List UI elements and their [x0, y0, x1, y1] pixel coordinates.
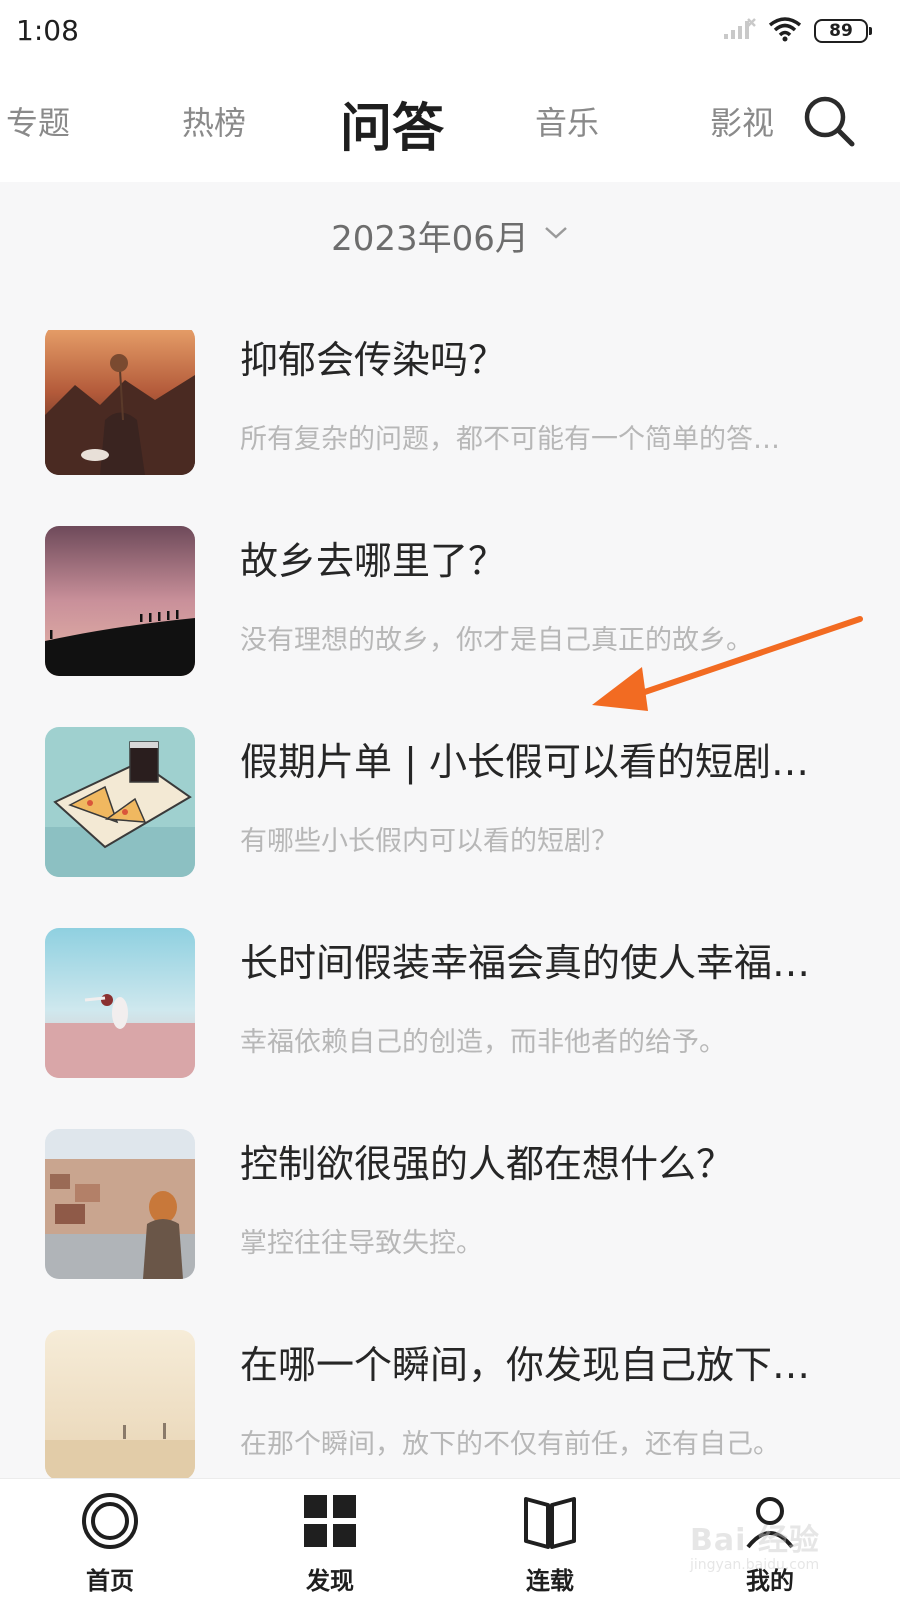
item-subtitle: 有哪些小长假内可以看的短剧？ [240, 826, 618, 857]
app-screen: 1:08 89 专题 热榜 问答 音乐 影视 2023年06月 抑郁会传染吗？ … [0, 0, 900, 1600]
tab-rebang[interactable]: 热榜 [182, 98, 246, 144]
bottom-nav-label: 连载 [526, 1567, 574, 1595]
item-title: 抑郁会传染吗？ [240, 338, 507, 382]
item-title: 假期片单 | 小长假可以看的短剧… [240, 740, 809, 784]
status-bar: 1:08 89 [0, 0, 900, 62]
bottom-nav-home[interactable]: 首页 [50, 1491, 170, 1595]
book-icon [490, 1491, 610, 1555]
bottom-nav-discover[interactable]: 发现 [270, 1491, 390, 1595]
month-selector[interactable]: 2023年06月 [0, 205, 900, 265]
item-subtitle: 掌控往往导致失控。 [240, 1228, 483, 1259]
tab-yinyue[interactable]: 音乐 [535, 98, 599, 144]
qa-list: 抑郁会传染吗？ 所有复杂的问题，都不可能有一个简单的答… 故乡去哪里了？ 没有理… [0, 330, 900, 1478]
tab-wenda[interactable]: 问答 [340, 86, 444, 161]
search-icon[interactable] [800, 92, 860, 152]
list-item[interactable]: 在哪一个瞬间，你发现自己放下… 在那个瞬间，放下的不仅有前任，还有自己。 [0, 1330, 900, 1478]
bottom-nav-label: 首页 [86, 1567, 134, 1595]
bottom-nav-label: 发现 [306, 1567, 354, 1595]
tab-zhuanti[interactable]: 专题 [6, 98, 70, 144]
item-thumbnail [45, 1129, 195, 1279]
list-item[interactable]: 假期片单 | 小长假可以看的短剧… 有哪些小长假内可以看的短剧？ [0, 727, 900, 927]
item-title: 控制欲很强的人都在想什么？ [240, 1142, 735, 1186]
baidu-watermark: Bai 经验 jingyan.baidu.com [690, 1515, 850, 1585]
wifi-icon [768, 16, 802, 46]
item-title: 故乡去哪里了？ [240, 539, 507, 583]
item-title: 长时间假装幸福会真的使人幸福… [240, 941, 811, 985]
list-item[interactable]: 控制欲很强的人都在想什么？ 掌控往往导致失控。 [0, 1129, 900, 1329]
status-icons: 89 [722, 16, 872, 46]
annotation-arrow-icon [592, 616, 863, 711]
top-tab-bar: 专题 热榜 问答 音乐 影视 [0, 62, 900, 182]
watermark-text: Bai 经验 [690, 1523, 820, 1558]
item-subtitle: 幸福依赖自己的创造，而非他者的给予。 [240, 1027, 726, 1058]
bottom-nav-serial[interactable]: 连载 [490, 1491, 610, 1595]
item-thumbnail [45, 727, 195, 877]
chevron-down-icon [543, 224, 569, 246]
item-title: 在哪一个瞬间，你发现自己放下… [240, 1343, 811, 1387]
status-time: 1:08 [16, 14, 79, 47]
battery-indicator: 89 [814, 19, 872, 43]
watermark-sub: jingyan.baidu.com [690, 1557, 820, 1573]
discover-grid-icon [270, 1491, 390, 1555]
home-circle-icon [50, 1491, 170, 1555]
item-subtitle: 在那个瞬间，放下的不仅有前任，还有自己。 [240, 1429, 780, 1460]
item-thumbnail [45, 928, 195, 1078]
list-item[interactable]: 抑郁会传染吗？ 所有复杂的问题，都不可能有一个简单的答… [0, 330, 900, 525]
signal-icon [722, 17, 756, 45]
month-label: 2023年06月 [331, 218, 529, 259]
item-thumbnail [45, 330, 195, 475]
list-item[interactable]: 长时间假装幸福会真的使人幸福… 幸福依赖自己的创造，而非他者的给予。 [0, 928, 900, 1128]
item-subtitle: 所有复杂的问题，都不可能有一个简单的答… [240, 424, 780, 455]
item-thumbnail [45, 1330, 195, 1478]
tab-yingshi[interactable]: 影视 [710, 98, 774, 144]
item-thumbnail [45, 526, 195, 676]
